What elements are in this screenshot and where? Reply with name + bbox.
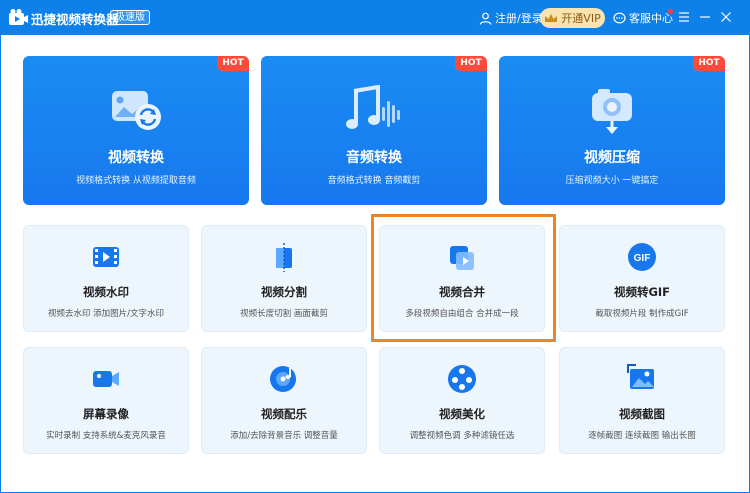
film-reel-icon [448,365,476,393]
video-split-card[interactable]: 视频分割 视频长度切割 画面截剪 [201,225,367,332]
minimize-icon[interactable] [697,9,713,25]
chat-bubble-icon [613,12,626,23]
video-merge-card[interactable]: 视频合并 多段视频自由组合 合并成一段 [379,225,545,332]
close-icon[interactable] [718,9,734,25]
card-desc: 添加/去除背景音乐 调整音量 [230,431,338,441]
video-music-card[interactable]: 视频配乐 添加/去除背景音乐 调整音量 [201,347,367,454]
card-desc: 视频长度切割 画面截剪 [240,309,328,319]
disc-music-icon [270,366,296,392]
gif-icon: GIF [628,243,656,271]
vip-label: 开通VIP [561,12,601,25]
card-desc: 实时录制 支持系统&麦克风录音 [46,431,166,441]
hot-badge: HOT [217,56,249,71]
film-icon [93,247,119,267]
card-desc: 逐帧截图 连续截图 输出长图 [588,431,696,441]
card-title: 音频转换 [346,150,402,166]
image-crop-icon [627,364,654,389]
card-title: 视频合并 [439,285,485,299]
vip-button[interactable]: 开通VIP [540,8,605,28]
card-title: 视频截图 [619,407,665,421]
video-screenshot-card[interactable]: 视频截图 逐帧截图 连续截图 输出长图 [559,347,725,454]
app-logo-icon [9,9,28,25]
card-title: 视频配乐 [261,407,307,421]
split-icon [276,243,292,272]
card-desc: 截取视频片段 制作成GIF [595,309,689,319]
card-desc: 多段视频自由组合 合并成一段 [405,309,519,319]
card-title: 视频美化 [439,407,485,421]
customer-service-button[interactable]: 客服中心 [613,9,673,27]
card-desc: 音频格式转换 音频截剪 [327,176,421,186]
screen-record-card[interactable]: 屏幕录像 实时录制 支持系统&麦克风录音 [23,347,189,454]
notification-dot [668,9,673,14]
audio-convert-card[interactable]: HOT 音频转换 音频格式转换 音频截剪 [261,56,487,205]
video-camera-icon [93,371,119,387]
gif-icon-label: GIF [634,253,651,264]
card-title: 视频压缩 [584,150,640,166]
video-convert-icon [112,91,161,130]
card-desc: 压缩视频大小 一键搞定 [565,176,659,186]
hot-badge: HOT [455,56,487,71]
user-icon [479,12,492,25]
merge-icon [450,246,474,270]
video-watermark-card[interactable]: 视频水印 视频去水印 添加图片/文字水印 [23,225,189,332]
app-title: 迅捷视频转换器 [31,12,119,27]
video-compress-card[interactable]: HOT 视频压缩 压缩视频大小 一键搞定 [499,56,725,205]
card-desc: 视频去水印 添加图片/文字水印 [47,309,165,319]
hot-badge: HOT [693,56,725,71]
login-label: 注册/登录 [495,12,543,25]
customer-service-label: 客服中心 [629,12,673,25]
crown-icon [545,13,558,22]
card-title: 视频转GIF [613,285,671,299]
menu-icon[interactable] [676,9,692,25]
compress-icon [592,89,632,134]
card-desc: 调整视频色调 多种滤镜任选 [409,431,515,441]
video-convert-card[interactable]: HOT 视频转换 视频格式转换 从视频提取音频 [23,56,249,205]
card-desc: 视频格式转换 从视频提取音频 [76,176,196,186]
login-button[interactable]: 注册/登录 [479,9,543,27]
video-to-gif-card[interactable]: GIF 视频转GIF 截取视频片段 制作成GIF [559,225,725,332]
card-title: 视频水印 [83,285,129,299]
card-title: 视频分割 [261,285,307,299]
card-title: 视频转换 [108,150,164,166]
music-note-icon [346,85,400,129]
video-beautify-card[interactable]: 视频美化 调整视频色调 多种滤镜任选 [379,347,545,454]
title-bar: 迅捷视频转换器 极速版 注册/登录 开通VIP 客服中心 [0,0,750,35]
card-title: 屏幕录像 [83,407,129,421]
main-content: HOT 视频转换 视频格式转换 从视频提取音频 HOT 音频转换 音频格式转换 … [1,35,749,492]
edition-badge: 极速版 [110,10,150,25]
